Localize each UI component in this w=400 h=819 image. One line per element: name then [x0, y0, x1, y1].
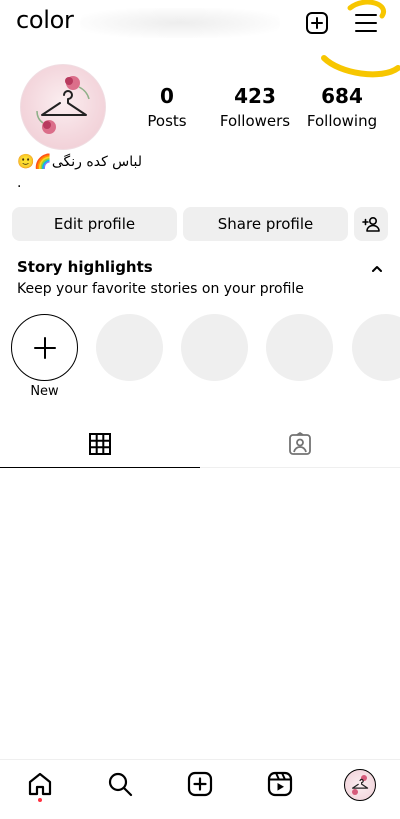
followers-stat[interactable]: 423 Followers — [214, 84, 296, 132]
top-bar: color — [0, 0, 400, 48]
nav-reels[interactable] — [266, 770, 294, 798]
plus-icon — [33, 336, 56, 359]
chevron-up-icon[interactable] — [370, 262, 384, 276]
add-person-icon — [362, 216, 380, 232]
followers-count: 423 — [234, 84, 276, 108]
menu-icon[interactable] — [354, 12, 378, 34]
followers-label: Followers — [219, 112, 291, 130]
create-icon — [187, 771, 213, 797]
nav-search[interactable] — [106, 770, 134, 798]
new-highlight-button[interactable] — [11, 314, 78, 381]
highlight-placeholder — [181, 314, 248, 381]
highlight-placeholder — [352, 314, 400, 381]
grid-icon — [89, 432, 111, 455]
hanger-logo — [36, 76, 90, 134]
profile-avatar-icon — [352, 775, 369, 795]
highlights-title: Story highlights — [17, 258, 153, 276]
posts-count: 0 — [160, 84, 174, 108]
reels-icon — [267, 771, 293, 797]
tab-tagged[interactable] — [200, 420, 400, 468]
highlight-placeholder — [96, 314, 163, 381]
tagged-icon — [289, 431, 311, 455]
create-icon[interactable] — [305, 11, 329, 35]
profile-avatar[interactable] — [20, 64, 106, 150]
bio-text: . — [17, 175, 22, 191]
home-icon — [28, 772, 52, 796]
tab-posts-grid[interactable] — [0, 420, 200, 468]
following-label: Following — [306, 112, 378, 130]
following-count: 684 — [321, 84, 363, 108]
new-highlight-label: New — [30, 384, 59, 399]
posts-stat[interactable]: 0 Posts — [140, 84, 194, 132]
posts-label: Posts — [147, 112, 187, 130]
share-profile-button[interactable]: Share profile — [183, 207, 348, 241]
following-stat[interactable]: 684 Following — [302, 84, 382, 132]
redacted-area — [80, 8, 280, 38]
nav-profile[interactable] — [344, 769, 376, 801]
search-icon — [108, 772, 133, 797]
nav-create[interactable] — [186, 770, 214, 798]
highlight-placeholder — [266, 314, 333, 381]
edit-profile-button[interactable]: Edit profile — [12, 207, 177, 241]
nav-home[interactable] — [26, 770, 54, 798]
discover-people-button[interactable] — [354, 207, 388, 241]
bio-display-name: 🙂🌈لباس کده رنگی — [17, 154, 143, 170]
notification-dot — [38, 798, 42, 802]
username[interactable]: color — [16, 6, 74, 34]
bottom-navigation — [0, 759, 400, 819]
highlights-subtitle: Keep your favorite stories on your profi… — [17, 281, 304, 297]
